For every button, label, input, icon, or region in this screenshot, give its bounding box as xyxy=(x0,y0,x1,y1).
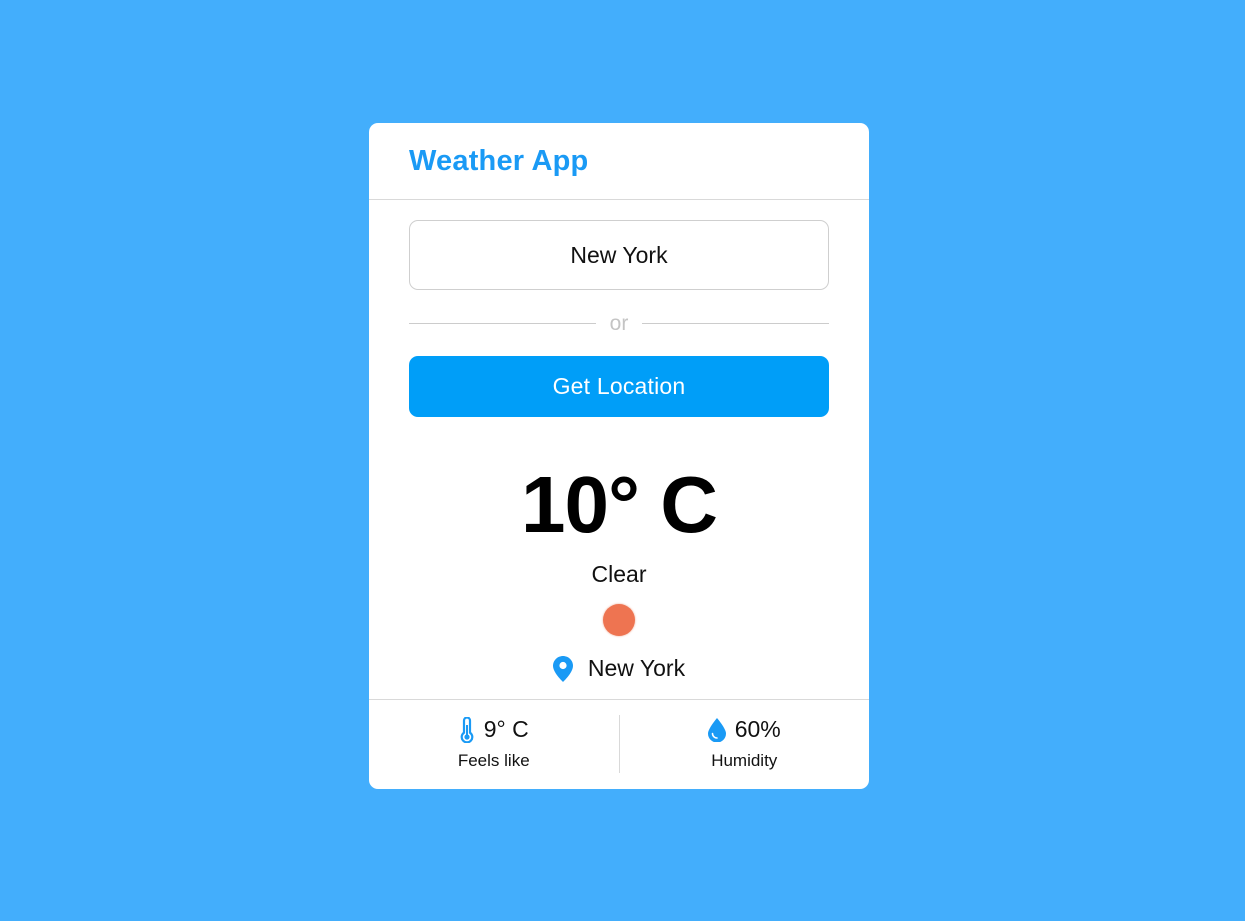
feels-like-row: 9° C xyxy=(459,716,529,743)
location-name: New York xyxy=(587,655,686,681)
separator-text: or xyxy=(609,311,629,335)
get-location-button[interactable]: Get Location xyxy=(409,356,829,417)
location-display: New York xyxy=(409,655,829,682)
details-footer: 9° C Feels like 60% Humidity xyxy=(369,699,869,789)
card-body: or Get Location 10° C Clear New York xyxy=(369,200,869,682)
sun-icon xyxy=(603,604,635,636)
humidity-row: 60% xyxy=(707,716,781,743)
app-title: Weather App xyxy=(409,144,589,177)
feels-like-stat: 9° C Feels like xyxy=(369,700,619,789)
separator-line-right xyxy=(642,322,829,324)
or-separator: or xyxy=(409,290,829,356)
humidity-value: 60% xyxy=(734,716,781,742)
city-input[interactable] xyxy=(409,220,829,290)
weather-card: Weather App or Get Location 10° C Clear xyxy=(369,123,869,789)
separator-line-left xyxy=(409,322,596,324)
thermometer-icon xyxy=(459,716,475,743)
humidity-stat: 60% Humidity xyxy=(618,715,870,773)
feels-like-label: Feels like xyxy=(457,751,530,770)
location-pin-icon xyxy=(552,655,573,682)
weather-description: Clear xyxy=(591,561,647,587)
humidity-label: Humidity xyxy=(711,751,778,770)
water-drop-icon xyxy=(707,717,726,742)
weather-icon-wrap xyxy=(409,603,829,637)
weather-section: 10° C Clear New York xyxy=(409,465,829,682)
card-header: Weather App xyxy=(369,123,869,200)
temperature: 10° C xyxy=(521,460,718,549)
feels-like-value: 9° C xyxy=(483,716,529,742)
